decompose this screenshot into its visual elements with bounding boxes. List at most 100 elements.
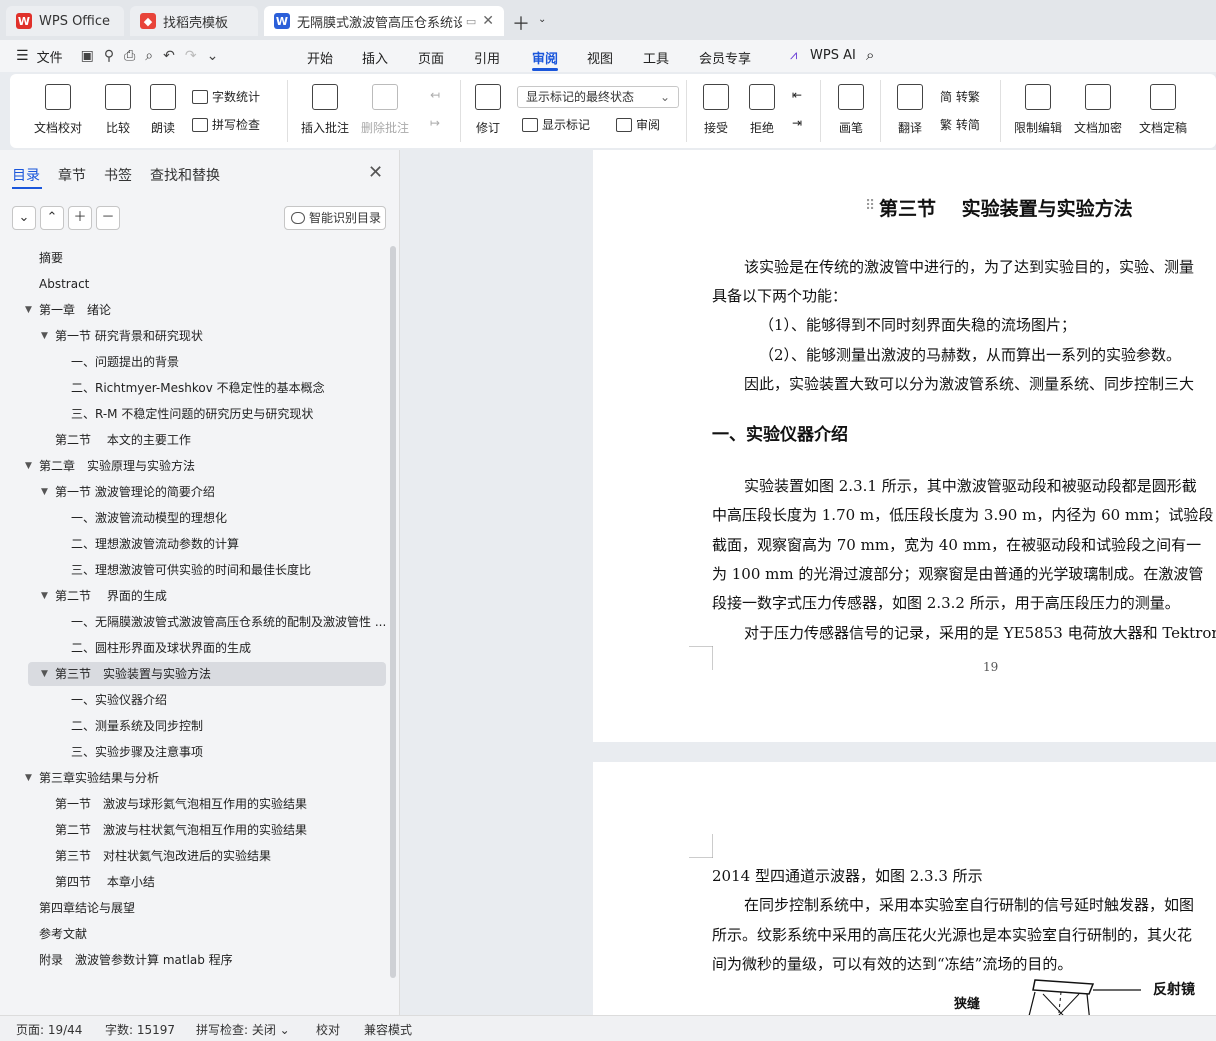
- ribbon-divider: [820, 80, 821, 142]
- document-page[interactable]: 2014 型四通道示波器，如图 2.3.3 所示 在同步控制系统中，采用本实验室…: [593, 762, 1216, 1015]
- collapse-arrow-icon[interactable]: ▼: [25, 298, 32, 322]
- undo-icon[interactable]: ↶: [163, 48, 175, 64]
- redo-icon[interactable]: ↷: [185, 48, 197, 64]
- collapse-arrow-icon[interactable]: ▼: [41, 662, 48, 686]
- menu-page[interactable]: 页面: [418, 48, 444, 67]
- wps-ai-icon[interactable]: ⩘: [790, 48, 797, 63]
- word-count-label: 字数统计: [212, 90, 261, 104]
- delete-comment-button[interactable]: 删除批注: [360, 74, 410, 148]
- reject-icon: [749, 84, 775, 110]
- document-page[interactable]: ⠿ 第三节 实验装置与实验方法 该实验是在传统的激波管中进行的，为了达到实验目的…: [593, 150, 1216, 742]
- menu-file[interactable]: 文件: [37, 47, 63, 66]
- ribbon-divider: [1000, 80, 1001, 142]
- print-preview-icon[interactable]: ⌕: [145, 48, 153, 64]
- menu-review[interactable]: 审阅: [532, 48, 558, 67]
- save-icon[interactable]: ▣: [81, 48, 94, 64]
- tab-toc[interactable]: 目录: [12, 165, 40, 185]
- menu-view[interactable]: 视图: [587, 48, 613, 67]
- restrict-edit-button[interactable]: 限制编辑: [1012, 74, 1064, 148]
- finalize-button[interactable]: 文档定稿: [1132, 74, 1194, 148]
- close-panel-icon[interactable]: ✕: [368, 162, 383, 183]
- proofread-button[interactable]: 文档校对: [30, 74, 86, 148]
- collapse-arrow-icon[interactable]: ▼: [25, 766, 32, 790]
- hamburger-icon[interactable]: ☰: [16, 48, 29, 64]
- menu-reference[interactable]: 引用: [474, 48, 500, 67]
- menu-tools[interactable]: 工具: [643, 48, 669, 67]
- tab-find-replace[interactable]: 查找和替换: [150, 165, 220, 185]
- compat-mode-status[interactable]: 兼容模式: [364, 1021, 412, 1038]
- read-aloud-button[interactable]: 朗读: [148, 74, 178, 148]
- markup-state-select[interactable]: 显示标记的最终状态 ⌄: [517, 86, 679, 108]
- to-traditional-button[interactable]: 简 转繁: [940, 88, 980, 105]
- toc-item-label: 第二节 界面的生成: [55, 589, 167, 603]
- encrypt-label: 文档加密: [1073, 121, 1122, 135]
- translate-button[interactable]: 翻译: [892, 74, 928, 148]
- tab-current-document[interactable]: W 无隔膜式激波管高压仓系统设计 ▭ ✕: [264, 6, 504, 36]
- word-count-indicator[interactable]: 字数: 15197: [105, 1021, 175, 1038]
- smart-toc-button[interactable]: 智能识别目录: [284, 206, 386, 230]
- plus-icon: ＋: [73, 210, 87, 225]
- toc-item-label: 第三节 对柱状氦气泡改进后的实验结果: [55, 849, 272, 863]
- remove-level-button[interactable]: －: [96, 206, 120, 230]
- spell-check-button[interactable]: 拼写检查: [192, 116, 260, 133]
- panel-scrollbar[interactable]: [390, 246, 396, 978]
- previous-change-icon[interactable]: ⇤: [792, 88, 802, 102]
- more-chevron-icon[interactable]: ⌄: [207, 48, 219, 64]
- menu-member[interactable]: 会员专享: [699, 48, 751, 67]
- encrypt-button[interactable]: 文档加密: [1072, 74, 1124, 148]
- collapse-arrow-icon[interactable]: ▼: [25, 454, 32, 478]
- to-simplified-button[interactable]: 繁 转简: [940, 116, 980, 133]
- paragraph-line: 因此，实验装置大致可以分为激波管系统、测量系统、同步控制三大: [744, 375, 1195, 393]
- docer-logo-icon: ◆: [140, 13, 156, 29]
- previous-comment-icon[interactable]: ↤: [430, 88, 440, 102]
- finalize-doc-icon: [1150, 84, 1176, 110]
- expand-down-button[interactable]: ⌄: [12, 206, 36, 230]
- search-icon[interactable]: ⌕: [866, 46, 874, 64]
- toc-item-label: 一、激波管流动模型的理想化: [71, 511, 228, 525]
- accept-button[interactable]: 接受: [698, 74, 734, 148]
- new-tab-icon[interactable]: ＋: [512, 10, 530, 36]
- ribbon-divider: [880, 80, 881, 142]
- track-changes-button[interactable]: 修订: [470, 74, 506, 148]
- close-tab-icon[interactable]: ✕: [482, 13, 494, 29]
- ribbon-divider: [686, 80, 687, 142]
- paragraph-line: 段接一数字式压力传感器，如图 2.3.2 所示，用于高压段压力的测量。: [712, 594, 1180, 612]
- menu-insert[interactable]: 插入: [362, 48, 388, 67]
- tab-wps-office[interactable]: W WPS Office: [6, 6, 124, 36]
- collapse-arrow-icon[interactable]: ▼: [41, 480, 48, 504]
- tab-docer-templates[interactable]: ◆ 找稻壳模板: [130, 6, 258, 36]
- lock-doc-icon: [1025, 84, 1051, 110]
- insert-comment-button[interactable]: 插入批注: [300, 74, 350, 148]
- pen-button[interactable]: 画笔: [836, 74, 866, 148]
- collapse-arrow-icon[interactable]: ▼: [41, 324, 48, 348]
- page-indicator[interactable]: 页面: 19/44: [16, 1021, 82, 1038]
- show-markup-button[interactable]: 显示标记: [522, 116, 590, 133]
- next-change-icon[interactable]: ⇥: [792, 116, 802, 130]
- tab-bar: W WPS Office ◆ 找稻壳模板 W 无隔膜式激波管高压仓系统设计 ▭ …: [0, 0, 1216, 40]
- show-markup-label: 显示标记: [542, 118, 591, 132]
- tab-bookmarks[interactable]: 书签: [104, 165, 132, 185]
- print-icon[interactable]: ⎙: [124, 48, 135, 64]
- menu-wps-ai[interactable]: WPS AI: [810, 48, 856, 63]
- list-item: （1）、能够得到不同时刻界面失稳的流场图片；: [759, 316, 1077, 334]
- tab-chapters[interactable]: 章节: [58, 165, 86, 185]
- spell-check-status[interactable]: 拼写检查: 关闭 ⌄: [196, 1021, 290, 1038]
- track-changes-label: 修订: [475, 121, 500, 135]
- toc-item[interactable]: ▼ 第三节 实验装置与实验方法: [28, 662, 386, 686]
- toc-item-label: 参考文献: [39, 927, 88, 941]
- proofread-status[interactable]: 校对: [316, 1021, 340, 1038]
- word-count-button[interactable]: 字数统计: [192, 88, 260, 105]
- monitor-icon[interactable]: ▭: [466, 15, 476, 28]
- reject-button[interactable]: 拒绝: [744, 74, 780, 148]
- subsection-heading: 一、实验仪器介绍: [712, 425, 848, 445]
- collapse-up-button[interactable]: ⌃: [40, 206, 64, 230]
- chevron-down-icon[interactable]: ⌄: [538, 14, 546, 25]
- collapse-arrow-icon[interactable]: ▼: [41, 584, 48, 608]
- menu-home[interactable]: 开始: [307, 48, 333, 67]
- drag-handle-icon[interactable]: ⠿: [865, 198, 875, 214]
- compare-button[interactable]: 比较: [98, 74, 138, 148]
- next-comment-icon[interactable]: ↦: [430, 116, 440, 130]
- share-icon[interactable]: ⚲: [104, 48, 114, 64]
- review-pane-button[interactable]: 审阅: [616, 116, 660, 133]
- add-level-button[interactable]: ＋: [68, 206, 92, 230]
